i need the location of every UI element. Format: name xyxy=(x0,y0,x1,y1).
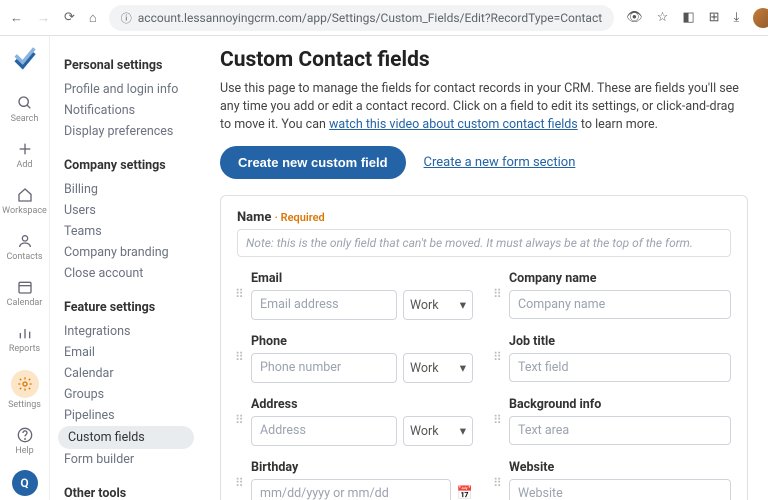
calendar-icon[interactable]: 📅 xyxy=(457,486,473,500)
sidebar-item-teams[interactable]: Teams xyxy=(64,221,194,242)
drag-handle-icon[interactable]: ⠿ xyxy=(235,417,245,423)
calendar-icon xyxy=(16,278,34,296)
rail-add[interactable]: Add xyxy=(0,136,49,174)
company-input[interactable]: Company name xyxy=(509,290,731,319)
drag-handle-icon[interactable]: ⠿ xyxy=(235,354,245,360)
sidebar-item-calendar[interactable]: Calendar xyxy=(64,363,194,384)
chevron-down-icon: ▾ xyxy=(460,297,466,313)
page-title: Custom Contact fields xyxy=(220,48,748,72)
browser-toolbar: ← → ⟳ ⌂ ⓘ account.lessannoyingcrm.com/ap… xyxy=(0,0,768,36)
create-field-button[interactable]: Create new custom field xyxy=(220,146,406,179)
chevron-down-icon: ▾ xyxy=(460,360,466,376)
field-company[interactable]: ⠿ Company name Company name xyxy=(495,271,731,320)
intro-text: Use this page to manage the fields for c… xyxy=(220,80,748,134)
intro-video-link[interactable]: watch this video about custom contact fi… xyxy=(329,117,578,132)
contacts-icon xyxy=(16,232,34,250)
sidebar-item-branding[interactable]: Company branding xyxy=(64,242,194,263)
fields-card: Name · Required Note: this is the only f… xyxy=(220,195,748,500)
website-input[interactable]: Website xyxy=(509,479,731,500)
plus-icon xyxy=(16,140,34,158)
rail-calendar[interactable]: Calendar xyxy=(0,274,49,312)
field-website[interactable]: ⠿ Website Website xyxy=(495,460,731,500)
field-background[interactable]: ⠿ Background info Text area xyxy=(495,397,731,446)
profile-avatar[interactable] xyxy=(753,8,768,28)
forward-button[interactable]: → xyxy=(37,10,50,26)
birthday-input[interactable]: mm/dd/yyyy or mm/dd xyxy=(251,479,451,500)
drag-handle-icon[interactable]: ⠿ xyxy=(493,480,503,486)
group-title: Feature settings xyxy=(64,300,194,315)
rail-settings[interactable]: Settings xyxy=(0,366,49,414)
create-section-link[interactable]: Create a new form section xyxy=(424,155,576,170)
eye-icon[interactable]: 👁 xyxy=(626,10,643,25)
phone-type-select[interactable]: Work▾ xyxy=(403,353,473,383)
name-note: Note: this is the only field that can't … xyxy=(237,229,731,257)
drag-handle-icon[interactable]: ⠿ xyxy=(235,480,245,486)
drag-handle-icon[interactable]: ⠿ xyxy=(493,417,503,423)
settings-sidebar: Personal settings Profile and login info… xyxy=(50,36,200,500)
sidebar-item-custom-fields[interactable]: Custom fields xyxy=(58,426,194,449)
drag-handle-icon[interactable]: ⠿ xyxy=(493,354,503,360)
address-input[interactable]: Address xyxy=(251,416,397,446)
home-icon xyxy=(16,186,34,204)
group-title: Personal settings xyxy=(64,58,194,73)
address-type-select[interactable]: Work▾ xyxy=(403,416,473,446)
drag-handle-icon[interactable]: ⠿ xyxy=(235,291,245,297)
help-icon xyxy=(16,426,34,444)
url-bar[interactable]: ⓘ account.lessannoyingcrm.com/app/Settin… xyxy=(109,5,614,31)
sidebar-item-profile[interactable]: Profile and login info xyxy=(64,79,194,100)
sidebar-item-integrations[interactable]: Integrations xyxy=(64,321,194,342)
app-logo[interactable] xyxy=(11,46,39,74)
drag-handle-icon[interactable]: ⠿ xyxy=(493,291,503,297)
url-text: account.lessannoyingcrm.com/app/Settings… xyxy=(138,11,602,25)
field-address[interactable]: ⠿ Address Address Work▾ xyxy=(237,397,473,446)
reload-button[interactable]: ⟳ xyxy=(64,10,75,26)
new-tab-icon[interactable]: ⊞ xyxy=(709,10,720,25)
chevron-down-icon: ▾ xyxy=(460,423,466,439)
browser-actions: 👁 ☆ ◧ ⊞ ⤓ xyxy=(626,8,768,28)
sidebar-item-display[interactable]: Display preferences xyxy=(64,121,194,142)
home-button[interactable]: ⌂ xyxy=(89,10,97,26)
email-type-select[interactable]: Work▾ xyxy=(403,290,473,320)
gear-icon xyxy=(16,375,34,393)
sidebar-item-form-builder[interactable]: Form builder xyxy=(64,449,194,470)
download-icon[interactable]: ⤓ xyxy=(734,10,740,25)
extension-icon[interactable]: ◧ xyxy=(682,10,694,25)
field-phone[interactable]: ⠿ Phone Phone number Work▾ xyxy=(237,334,473,383)
sidebar-item-groups[interactable]: Groups xyxy=(64,384,194,405)
sidebar-item-close[interactable]: Close account xyxy=(64,263,194,284)
nav-arrows: ← → ⟳ ⌂ xyxy=(10,10,97,26)
group-title: Other tools xyxy=(64,486,194,500)
main-content: Custom Contact fields Use this page to m… xyxy=(200,36,768,500)
rail-workspace[interactable]: Workspace xyxy=(0,182,49,220)
rail-contacts[interactable]: Contacts xyxy=(0,228,49,266)
field-birthday[interactable]: ⠿ Birthday mm/dd/yyyy or mm/dd 📅 xyxy=(237,460,473,500)
rail-reports[interactable]: Reports xyxy=(0,320,49,358)
group-title: Company settings xyxy=(64,158,194,173)
phone-input[interactable]: Phone number xyxy=(251,353,397,383)
sidebar-item-users[interactable]: Users xyxy=(64,200,194,221)
email-input[interactable]: Email address xyxy=(251,290,397,320)
reports-icon xyxy=(16,324,34,342)
field-job[interactable]: ⠿ Job title Text field xyxy=(495,334,731,383)
sidebar-item-notifications[interactable]: Notifications xyxy=(64,100,194,121)
site-info-icon: ⓘ xyxy=(121,10,132,26)
job-input[interactable]: Text field xyxy=(509,353,731,382)
field-email[interactable]: ⠿ Email Email address Work▾ xyxy=(237,271,473,320)
user-avatar[interactable]: Q xyxy=(12,470,38,496)
app-rail: Search Add Workspace Contacts Calendar R… xyxy=(0,36,50,500)
name-field-header: Name · Required xyxy=(237,210,731,225)
search-icon xyxy=(16,94,34,112)
rail-search[interactable]: Search xyxy=(0,90,49,128)
rail-help[interactable]: Help xyxy=(12,422,38,460)
bookmark-icon[interactable]: ☆ xyxy=(657,10,669,25)
sidebar-item-pipelines[interactable]: Pipelines xyxy=(64,405,194,426)
sidebar-item-email[interactable]: Email xyxy=(64,342,194,363)
background-input[interactable]: Text area xyxy=(509,416,731,445)
sidebar-item-billing[interactable]: Billing xyxy=(64,179,194,200)
back-button[interactable]: ← xyxy=(10,10,23,26)
